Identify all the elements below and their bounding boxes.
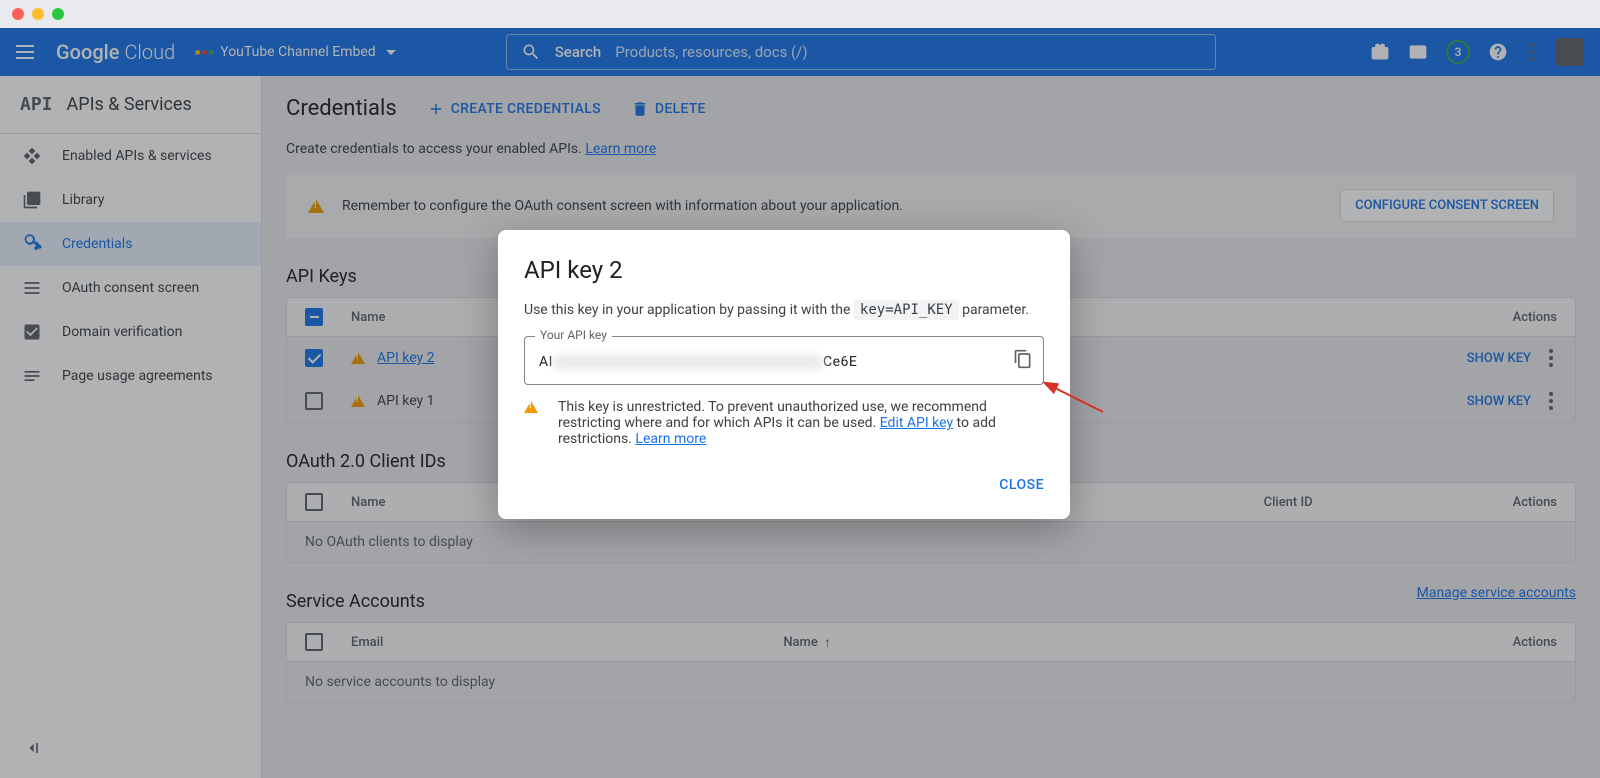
window-close-dot[interactable] [12,8,24,20]
code-snippet: key=API_KEY [854,300,959,320]
warning-icon [524,401,538,413]
redacted-key [553,355,823,369]
modal-title: API key 2 [524,256,1044,284]
modal-description: Use this key in your application by pass… [524,302,1044,318]
window-min-dot[interactable] [32,8,44,20]
copy-icon[interactable] [1013,349,1033,373]
window-max-dot[interactable] [52,8,64,20]
close-button[interactable]: CLOSE [999,477,1044,493]
api-key-field[interactable]: Your API key AICe6E [524,336,1044,385]
api-key-value: AICe6E [539,354,857,370]
edit-api-key-link[interactable]: Edit API key [880,415,953,431]
learn-more-link[interactable]: Learn more [635,431,706,447]
modal-hint: This key is unrestricted. To prevent una… [524,399,1044,447]
field-label: Your API key [535,328,612,342]
api-key-modal: API key 2 Use this key in your applicati… [498,230,1070,519]
macos-titlebar [0,0,1600,28]
